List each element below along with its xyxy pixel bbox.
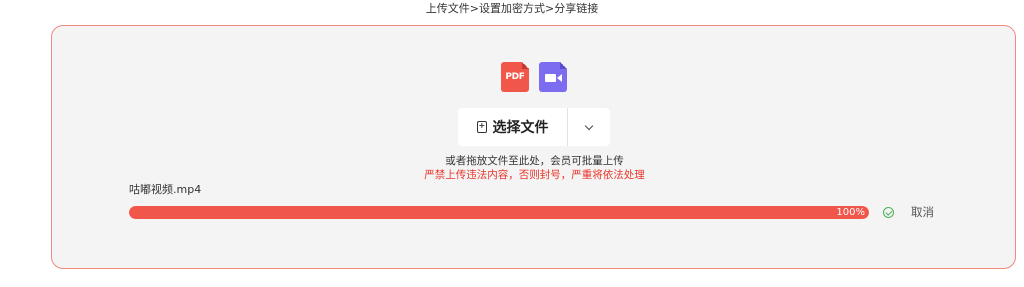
cancel-upload-button[interactable]: 取消 bbox=[911, 204, 934, 220]
chevron-down-icon bbox=[584, 121, 594, 130]
select-file-label: 选择文件 bbox=[492, 120, 549, 136]
upload-progress-label: 100% bbox=[836, 207, 865, 218]
pdf-icon-label: PDF bbox=[505, 72, 525, 82]
pdf-file-icon: PDF bbox=[501, 62, 529, 92]
video-file-icon bbox=[539, 62, 567, 92]
upload-progress-fill: 100% bbox=[129, 206, 869, 219]
upload-dropzone[interactable]: PDF 选择文件 或者拖放文件至此处，会员可批量上传 严禁上传违法内容，否则封号… bbox=[51, 25, 1016, 269]
drag-drop-hint: 或者拖放文件至此处，会员可批量上传 bbox=[445, 155, 624, 167]
add-file-icon bbox=[476, 120, 487, 133]
upload-progress-bar: 100% bbox=[129, 206, 869, 219]
select-file-button-group: 选择文件 bbox=[458, 108, 610, 146]
camera-body bbox=[544, 74, 556, 82]
select-file-button[interactable]: 选择文件 bbox=[458, 108, 567, 146]
legal-warning: 严禁上传违法内容，否则封号，严重将依法处理 bbox=[424, 169, 645, 181]
file-type-icons: PDF bbox=[501, 62, 567, 92]
check-circle-icon bbox=[883, 207, 894, 218]
camera-lens bbox=[556, 74, 562, 82]
uploaded-file-name: 咕嘟视频.mp4 bbox=[129, 183, 202, 196]
step-breadcrumb: 上传文件>设置加密方式>分享链接 bbox=[425, 2, 599, 15]
upload-options-dropdown[interactable] bbox=[568, 108, 610, 146]
